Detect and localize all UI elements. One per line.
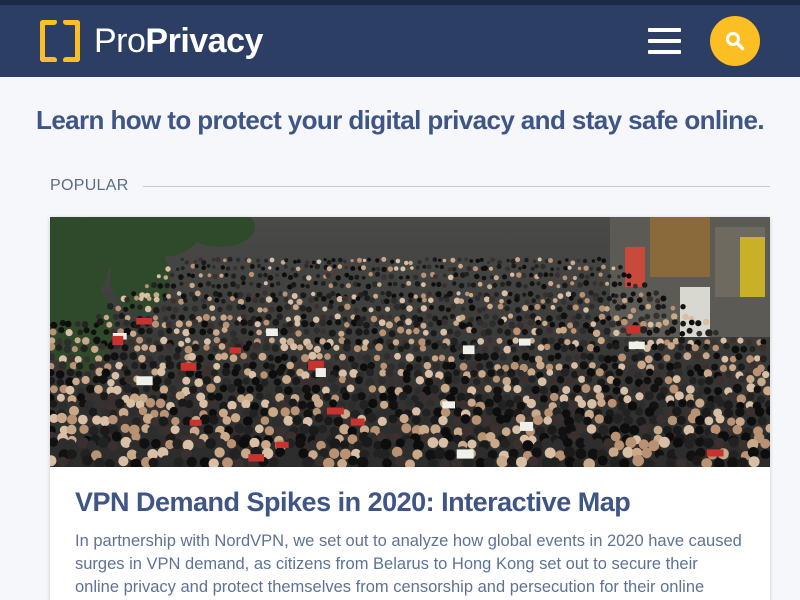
brackets-logo-icon	[40, 20, 80, 62]
hamburger-menu-icon[interactable]	[648, 26, 682, 56]
logo-wordmark: ProPrivacy	[94, 24, 263, 58]
site-header: ProPrivacy	[0, 5, 800, 77]
section-divider	[142, 185, 770, 187]
crowd-image	[50, 217, 770, 467]
protest-crowd-photo[interactable]	[50, 217, 770, 467]
popular-section-header: POPULAR	[50, 176, 770, 196]
article-excerpt: In partnership with NordVPN, we set out …	[75, 532, 742, 596]
logo-text-privacy: Privacy	[145, 22, 263, 60]
site-tagline: Learn how to protect your digital privac…	[36, 105, 765, 135]
article-title[interactable]: VPN Demand Spikes in 2020: Interactive M…	[75, 487, 745, 518]
search-button[interactable]	[710, 16, 760, 66]
logo-text-pro: Pro	[94, 22, 146, 60]
section-label: POPULAR	[50, 177, 129, 194]
featured-article-card[interactable]: VPN Demand Spikes in 2020: Interactive M…	[50, 217, 770, 600]
search-icon	[726, 32, 745, 51]
site-logo[interactable]: ProPrivacy	[40, 20, 263, 62]
